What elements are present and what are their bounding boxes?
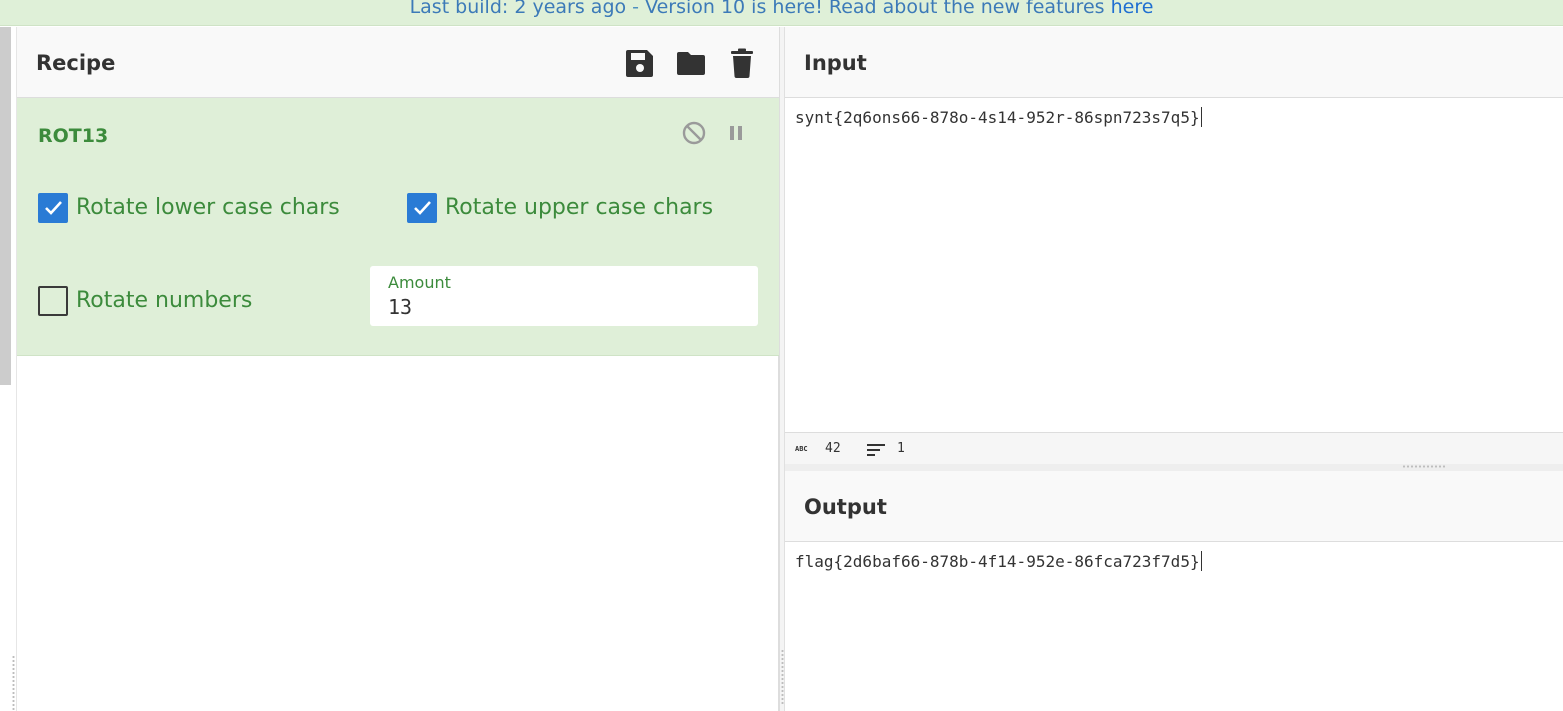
amount-value[interactable]: 13	[388, 295, 412, 319]
left-scroll-strip	[0, 27, 17, 711]
output-header: Output	[785, 471, 1563, 542]
output-text: flag{2d6baf66-878b-4f14-952e-86fca723f7d…	[795, 552, 1200, 571]
lines-icon	[867, 444, 885, 456]
banner-build-text: Last build: 2 years ago	[409, 0, 627, 18]
save-icon[interactable]	[624, 47, 656, 79]
operation-title: ROT13	[38, 125, 109, 147]
rotate-upper-label: Rotate upper case chars	[445, 195, 714, 220]
rotate-lower-checkbox[interactable]	[38, 193, 68, 223]
input-panel: Input synt{2q6ons66-878o-4s14-952r-86spn…	[785, 27, 1563, 464]
resize-handle[interactable]	[12, 655, 15, 711]
recipe-title: Recipe	[36, 51, 116, 75]
update-banner: Last build: 2 years ago - Version 10 is …	[0, 0, 1563, 26]
pause-icon[interactable]	[723, 120, 749, 146]
input-header: Input	[785, 27, 1563, 98]
text-caret	[1200, 107, 1202, 127]
rot13-operation: ROT13 Rotate lower case chars Rotate upp…	[17, 98, 779, 356]
io-resizer[interactable]	[785, 464, 1563, 471]
rotate-numbers-label: Rotate numbers	[76, 288, 253, 313]
abc-icon: ABC	[795, 445, 808, 453]
folder-icon[interactable]	[675, 47, 707, 79]
recipe-panel: Recipe ROT13 Rotate lower case chars Rot…	[17, 27, 779, 711]
trash-icon[interactable]	[726, 47, 758, 79]
input-length: 42	[825, 441, 841, 456]
check-icon	[45, 201, 62, 215]
rotate-numbers-checkbox[interactable]	[38, 286, 68, 316]
scrollbar-thumb[interactable]	[0, 27, 11, 385]
text-caret	[1200, 551, 1202, 571]
input-text: synt{2q6ons66-878o-4s14-952r-86spn723s7q…	[795, 108, 1200, 127]
resize-handle[interactable]	[781, 649, 784, 705]
banner-message: Version 10 is here! Read about the new f…	[645, 0, 1111, 18]
output-textarea[interactable]: flag{2d6baf66-878b-4f14-952e-86fca723f7d…	[795, 551, 1202, 571]
rotate-lower-label: Rotate lower case chars	[76, 195, 340, 220]
input-status-bar: ABC 42 1	[785, 432, 1563, 464]
input-line-count: 1	[897, 441, 905, 456]
banner-here-link[interactable]: here	[1111, 0, 1154, 18]
recipe-header: Recipe	[17, 27, 779, 98]
disable-icon[interactable]	[681, 120, 707, 146]
input-textarea[interactable]: synt{2q6ons66-878o-4s14-952r-86spn723s7q…	[795, 107, 1202, 127]
check-icon	[414, 201, 431, 215]
output-title: Output	[804, 495, 887, 519]
banner-separator: -	[626, 0, 646, 18]
input-title: Input	[804, 51, 867, 75]
amount-input[interactable]: Amount 13	[370, 266, 758, 326]
rotate-upper-checkbox[interactable]	[407, 193, 437, 223]
output-panel: Output flag{2d6baf66-878b-4f14-952e-86fc…	[785, 471, 1563, 711]
amount-label: Amount	[388, 273, 451, 292]
resize-handle[interactable]	[1402, 465, 1446, 468]
